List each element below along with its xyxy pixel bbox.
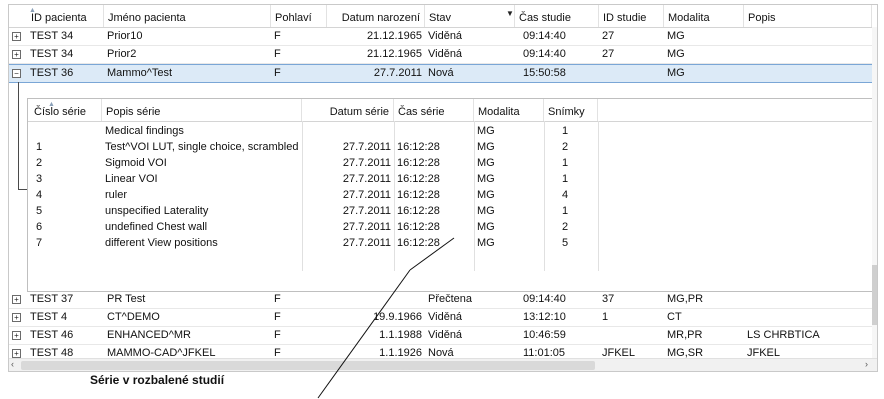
annotation-pointer-line bbox=[317, 237, 455, 399]
annotation-label: Série v rozbalené studií bbox=[90, 373, 225, 387]
